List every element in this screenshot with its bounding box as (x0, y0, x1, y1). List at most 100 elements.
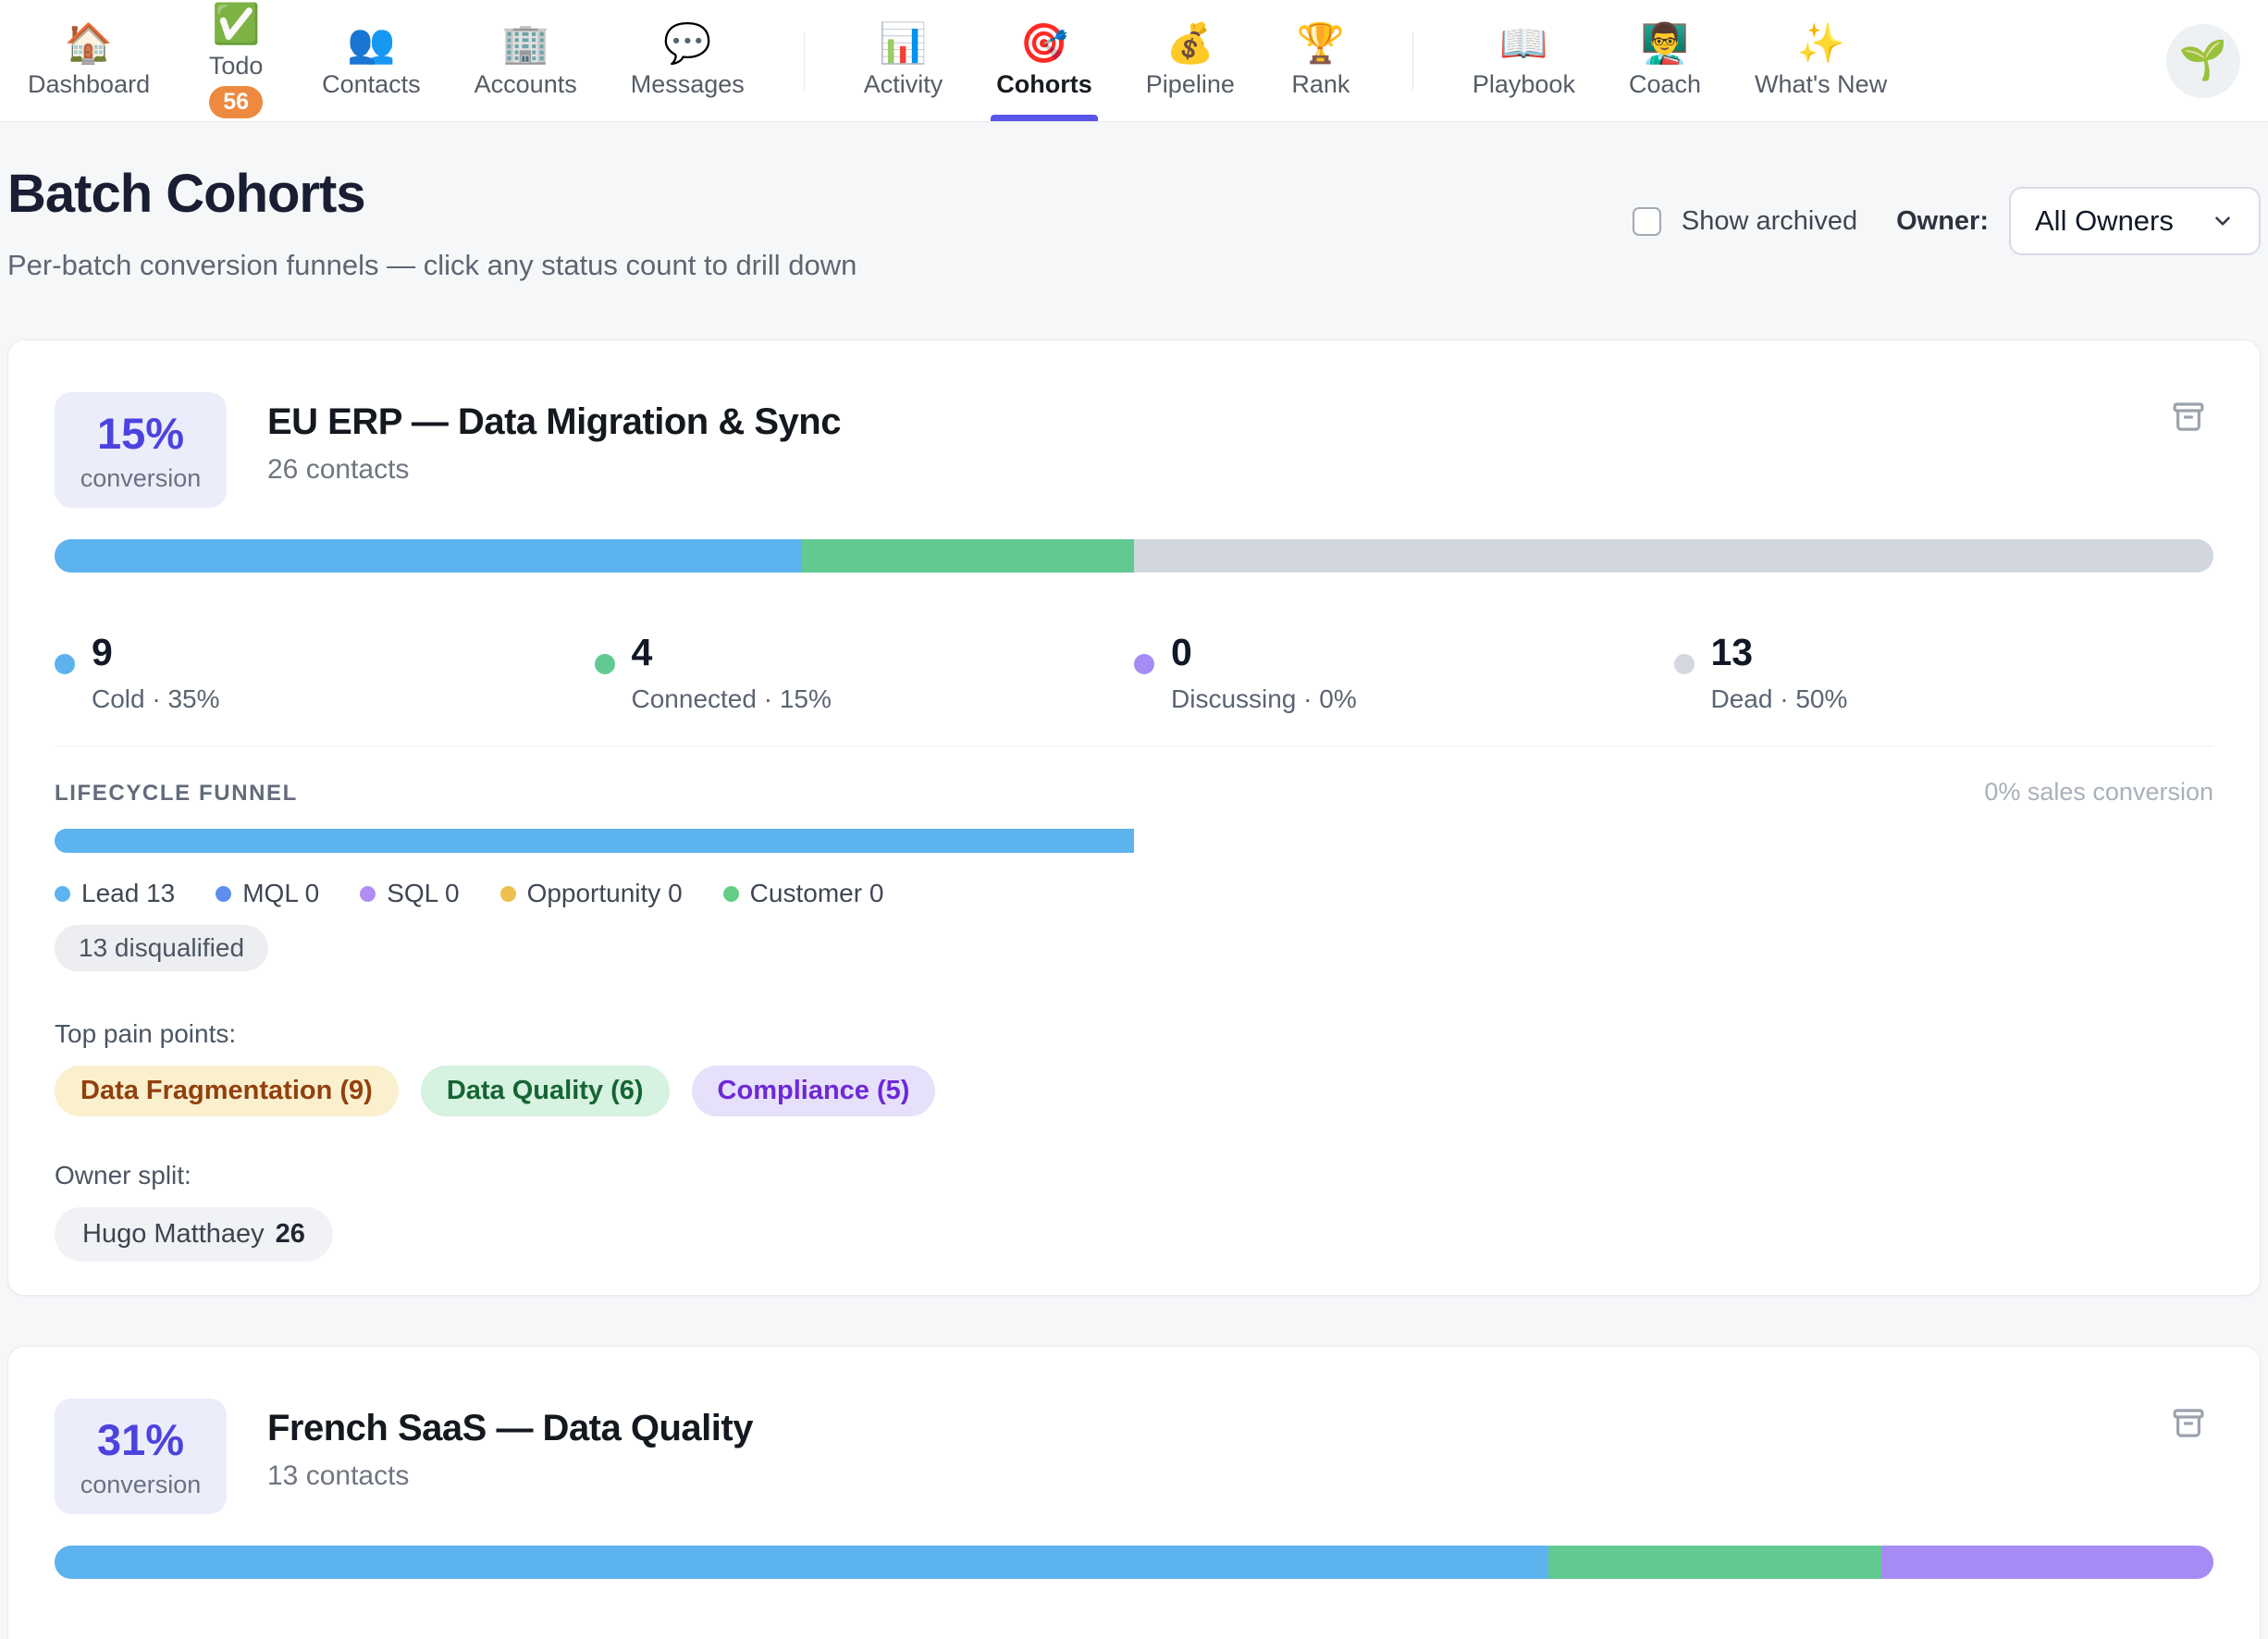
playbook-icon: 📖 (1499, 22, 1547, 65)
user-avatar[interactable]: 🌱 (2166, 24, 2240, 98)
nav-item-playbook[interactable]: 📖 Playbook (1473, 0, 1575, 121)
status-texts: 4 Connected · 15% (632, 632, 832, 714)
legend-label: MQL 0 (242, 879, 319, 908)
coach-label: Coach (1629, 70, 1701, 99)
status-count: 9 (92, 632, 220, 673)
status-count-cell[interactable]: 9Cold · 35% (55, 632, 595, 714)
nav-items: 🏠 Dashboard ✅ Todo 56 👥 Contacts 🏢 Accou… (28, 0, 1887, 121)
contacts-label: Contacts (322, 70, 421, 99)
bar-segment-cold (55, 1546, 1548, 1579)
page-head-left: Batch Cohorts Per-batch conversion funne… (7, 163, 857, 282)
status-label: Discussing · 0% (1171, 684, 1357, 714)
nav-item-whats-new[interactable]: ✨ What's New (1755, 0, 1887, 121)
show-archived-checkbox[interactable] (1633, 207, 1661, 236)
nav-item-dashboard[interactable]: 🏠 Dashboard (28, 0, 150, 121)
conversion-badge: 15% conversion (55, 392, 227, 508)
nav-item-todo[interactable]: ✅ Todo 56 (203, 0, 268, 121)
pain-point-chip: Data Quality (6) (421, 1066, 670, 1116)
bar-segment-connected (1548, 1546, 1880, 1579)
lifecycle-funnel-label: LIFECYCLE FUNNEL (55, 781, 298, 807)
status-count-cell[interactable]: 0Discussing · 0% (1134, 632, 1674, 714)
bar-segment-connected (802, 539, 1134, 573)
cohorts-page: Batch Cohorts Per-batch conversion funne… (0, 163, 2268, 1639)
pain-point-chip: Compliance (5) (692, 1066, 936, 1116)
coach-icon: 👨‍🏫 (1641, 22, 1689, 65)
conversion-caption: conversion (80, 464, 202, 493)
nav-divider (804, 32, 805, 90)
status-label: Connected · 15% (632, 684, 832, 714)
cohort-contact-count: 13 contacts (267, 1460, 753, 1492)
cohort-card-2: 31% conversion French SaaS — Data Qualit… (7, 1346, 2261, 1639)
dashboard-label: Dashboard (28, 70, 150, 99)
status-dot (1674, 654, 1695, 674)
legend-label: Customer 0 (750, 879, 884, 908)
legend-label: Lead 13 (81, 879, 175, 908)
lifecycle-funnel-section: LIFECYCLE FUNNEL 0% sales conversion Lea… (55, 746, 2213, 971)
cohort-card-1: 15% conversion EU ERP — Data Migration &… (7, 339, 2261, 1296)
nav-divider (1412, 32, 1413, 90)
status-texts: 13Dead · 50% (1711, 632, 1848, 714)
cohort-title: French SaaS — Data Quality (267, 1408, 753, 1449)
archive-button[interactable] (2163, 1399, 2213, 1451)
accounts-label: Accounts (475, 70, 577, 99)
page-title: Batch Cohorts (7, 163, 857, 225)
legend-item: Customer 0 (723, 879, 884, 908)
owner-split-label: Owner split: (55, 1161, 2213, 1190)
accounts-icon: 🏢 (501, 22, 549, 65)
todo-label: Todo (209, 52, 264, 80)
conversion-percent: 31% (97, 1414, 184, 1465)
nav-item-cohorts[interactable]: 🎯 Cohorts (996, 0, 1092, 121)
bar-segment-discussing (1881, 1546, 2213, 1579)
nav-item-contacts[interactable]: 👥 Contacts (322, 0, 421, 121)
owner-select[interactable]: All Owners (2009, 187, 2261, 255)
top-navigation: 🏠 Dashboard ✅ Todo 56 👥 Contacts 🏢 Accou… (0, 0, 2268, 122)
sales-conversion-note: 0% sales conversion (1984, 778, 2213, 807)
nav-item-pipeline[interactable]: 💰 Pipeline (1146, 0, 1235, 121)
head-controls: Show archived Owner: All Owners (1633, 187, 2261, 255)
pipeline-label: Pipeline (1146, 70, 1235, 99)
nav-item-accounts[interactable]: 🏢 Accounts (475, 0, 577, 121)
status-count-cell[interactable]: 4 Connected · 15% (595, 632, 1135, 714)
card-titles: EU ERP — Data Migration & Sync 26 contac… (267, 392, 841, 486)
legend-label: SQL 0 (387, 879, 459, 908)
rank-label: Rank (1291, 70, 1350, 99)
page-subtitle: Per-batch conversion funnels — click any… (7, 249, 857, 282)
legend-item: SQL 0 (360, 879, 459, 908)
nav-item-messages[interactable]: 💬 Messages (631, 0, 745, 121)
conversion-badge: 31% conversion (55, 1399, 227, 1514)
cohorts-icon: 🎯 (1020, 22, 1068, 65)
cohorts-label: Cohorts (996, 70, 1092, 99)
legend-label: Opportunity 0 (527, 879, 683, 908)
activity-label: Activity (864, 70, 943, 99)
status-count-cell[interactable]: 13Dead · 50% (1674, 632, 2214, 714)
status-dot (1134, 654, 1154, 674)
status-dot (55, 654, 75, 674)
bar-segment-cold (55, 539, 802, 573)
status-count: 4 (632, 632, 832, 673)
legend-item: Lead 13 (55, 879, 175, 908)
todo-icon: ✅ (212, 3, 260, 45)
chevron-down-icon (2211, 209, 2235, 233)
whats-new-label: What's New (1755, 70, 1887, 99)
nav-item-coach[interactable]: 👨‍🏫 Coach (1629, 0, 1701, 121)
contacts-icon: 👥 (347, 22, 395, 65)
owner-split-section: Owner split: Hugo Matthaey26 (55, 1161, 2213, 1262)
messages-icon: 💬 (663, 22, 711, 65)
archive-box-icon (2169, 1404, 2208, 1443)
archive-box-icon (2169, 398, 2208, 437)
legend-item: MQL 0 (216, 879, 319, 908)
messages-label: Messages (631, 70, 745, 99)
owner-name: Hugo Matthaey (82, 1219, 265, 1250)
nav-item-activity[interactable]: 📊 Activity (864, 0, 943, 121)
lifecycle-legend: Lead 13 MQL 0 SQL 0 Opportunity 0 Customer 0 (55, 879, 2213, 908)
legend-dot (500, 886, 516, 902)
seedling-icon: 🌱 (2179, 38, 2227, 83)
status-label: Dead · 50% (1711, 684, 1848, 714)
archive-button[interactable] (2163, 392, 2213, 445)
pain-points-label: Top pain points: (55, 1019, 2213, 1049)
todo-count-badge: 56 (209, 86, 263, 118)
whats-new-icon: ✨ (1796, 22, 1844, 65)
funnel-lead-segment (55, 829, 1134, 853)
nav-item-rank[interactable]: 🏆 Rank (1288, 0, 1353, 121)
owner-filter-label: Owner: (1896, 206, 1989, 237)
